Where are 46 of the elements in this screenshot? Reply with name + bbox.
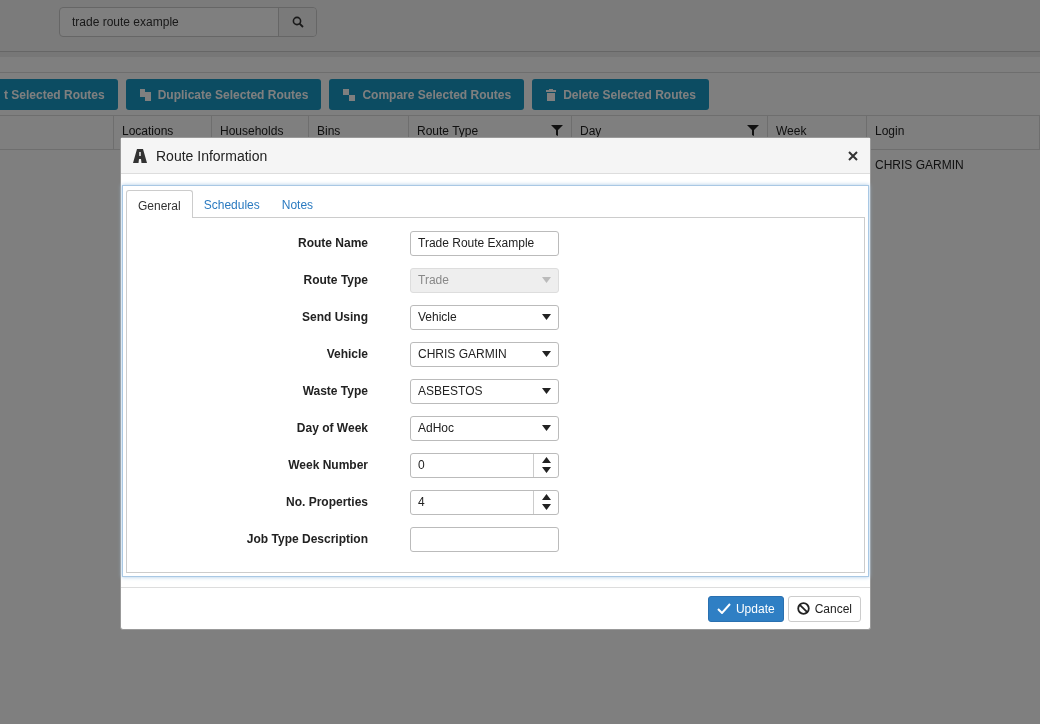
dialog-title: Route Information	[156, 147, 269, 164]
caret-icon	[542, 388, 551, 394]
input-field[interactable]: Trade Route Example	[410, 230, 559, 256]
field-label: Route Name	[297, 236, 368, 250]
column-header: Login	[875, 124, 905, 138]
tab[interactable]: Schedules	[192, 190, 271, 217]
search-button[interactable]	[278, 8, 316, 36]
column-header: Day	[580, 124, 602, 138]
field-label: Week Number	[287, 458, 368, 472]
field-label: Job Type Description	[245, 532, 368, 546]
number-field[interactable]: 4	[410, 489, 559, 515]
tab[interactable]: Notes	[270, 190, 325, 217]
select-field[interactable]: Vehicle	[410, 304, 559, 330]
squares-icon	[343, 88, 356, 101]
tab[interactable]: General	[126, 190, 193, 218]
caret-icon	[542, 277, 551, 283]
input-field[interactable]	[410, 526, 559, 552]
select-field[interactable]: AdHoc	[410, 415, 559, 441]
field-label: Send Using	[301, 310, 368, 324]
select-field[interactable]: ASBESTOS	[410, 378, 559, 404]
caret-icon	[542, 351, 551, 357]
check-icon	[716, 603, 731, 614]
field-label: Route Type	[302, 273, 368, 287]
field-label: Vehicle	[325, 347, 368, 361]
search-icon	[291, 16, 304, 28]
table-cell: CHRIS GARMIN	[875, 158, 964, 172]
caret-icon	[542, 425, 551, 431]
close-icon[interactable]	[848, 150, 858, 161]
column-header: Bins	[317, 124, 341, 138]
field-label: Waste Type	[301, 384, 368, 398]
ban-icon	[796, 602, 810, 615]
copy-icon	[139, 88, 151, 101]
number-field[interactable]: 0	[410, 452, 559, 478]
column-header: Route Type	[417, 124, 479, 138]
cancel-button[interactable]: Cancel	[787, 595, 861, 622]
trash-icon	[546, 88, 557, 101]
column-header: Households	[220, 124, 284, 138]
select-field[interactable]: CHRIS GARMIN	[410, 341, 559, 367]
caret-icon	[542, 314, 551, 320]
field-label: No. Properties	[284, 495, 368, 509]
update-button[interactable]: Update	[707, 595, 784, 622]
field-label: Day of Week	[295, 421, 368, 435]
road-icon	[133, 148, 147, 163]
column-header: Locations	[122, 124, 174, 138]
search-field[interactable]: trade route example	[59, 7, 317, 37]
column-header: Week	[776, 124, 807, 138]
